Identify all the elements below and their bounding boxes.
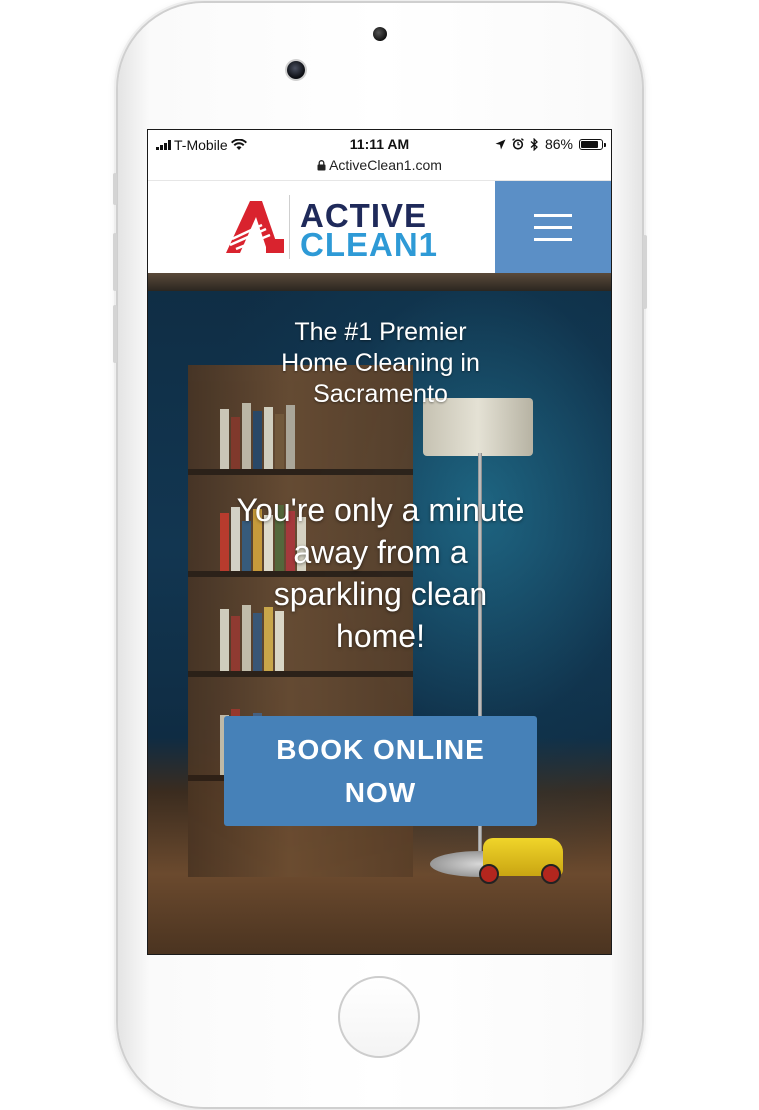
url-text: ActiveClean1.com xyxy=(329,157,442,173)
battery-percent: 86% xyxy=(544,136,573,152)
lock-icon xyxy=(317,160,326,171)
hamburger-menu-icon[interactable] xyxy=(495,181,611,274)
mute-switch xyxy=(113,173,117,205)
site-logo[interactable]: ACTIVE CLEAN1 xyxy=(222,195,437,263)
earpiece-speaker xyxy=(373,27,387,41)
hero-bg-toy-car xyxy=(479,838,563,884)
url-bar[interactable]: ActiveClean1.com xyxy=(148,157,611,173)
logo-word-clean1: CLEAN1 xyxy=(300,226,439,263)
hero-section: The #1 Premier Home Cleaning in Sacramen… xyxy=(148,273,611,954)
logo-a-mark-icon xyxy=(226,201,284,253)
battery-icon xyxy=(579,138,606,150)
volume-up-button xyxy=(113,233,117,291)
hero-title: You're only a minute away from a sparkli… xyxy=(236,492,525,654)
front-camera xyxy=(287,61,305,79)
bluetooth-icon xyxy=(530,137,538,151)
site-header: ACTIVE CLEAN1 xyxy=(148,180,611,274)
book-online-button[interactable]: BOOK ONLINE NOW xyxy=(224,716,537,826)
phone-screen: T-Mobile 11:11 AM 86% ActiveClean1.com A… xyxy=(147,129,612,955)
home-button[interactable] xyxy=(338,976,420,1058)
alarm-icon xyxy=(512,138,524,150)
volume-down-button xyxy=(113,305,117,363)
status-icons: 86% xyxy=(495,136,606,152)
hero-subtitle: The #1 Premier Home Cleaning in Sacramen… xyxy=(281,318,480,408)
logo-divider xyxy=(289,195,290,259)
hero-bg-ceiling xyxy=(148,273,611,291)
location-arrow-icon xyxy=(495,139,506,149)
power-button xyxy=(643,235,647,309)
status-bar: T-Mobile 11:11 AM 86% ActiveClean1.com xyxy=(148,130,611,180)
battery-fill xyxy=(581,140,599,148)
